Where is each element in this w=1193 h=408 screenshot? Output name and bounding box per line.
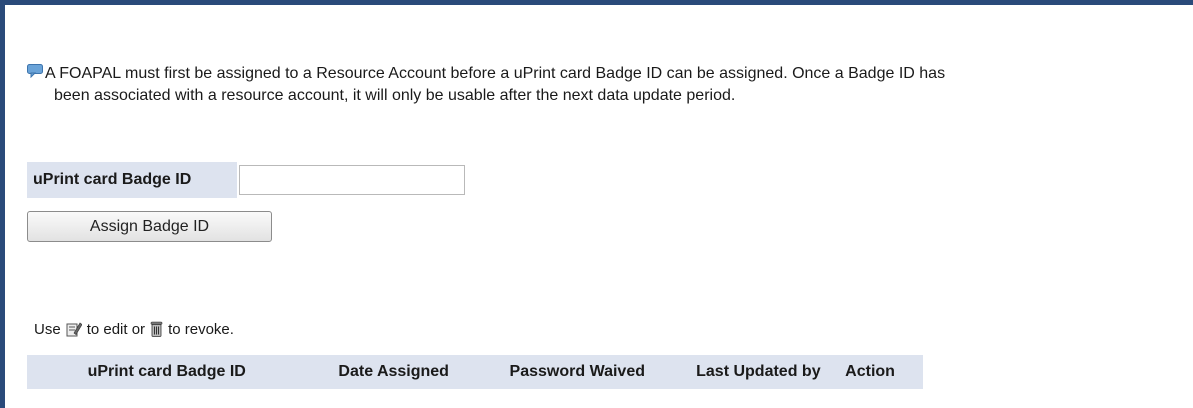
edit-icon	[66, 321, 83, 343]
trash-icon	[150, 321, 163, 343]
column-header-badge-id[interactable]: uPrint card Badge ID	[27, 363, 306, 381]
hint-revoke-text: to revoke.	[168, 321, 234, 338]
speech-bubble-icon	[27, 63, 43, 79]
badge-id-label: uPrint card Badge ID	[27, 162, 237, 198]
assign-badge-button[interactable]: Assign Badge ID	[27, 211, 272, 242]
column-header-last-updated-by[interactable]: Last Updated by	[674, 363, 844, 381]
notice-line1: A FOAPAL must first be assigned to a Res…	[45, 65, 946, 82]
notice-line2: been associated with a resource account,…	[54, 87, 736, 104]
column-header-action: Action	[845, 363, 895, 380]
column-header-password-waived[interactable]: Password Waived	[481, 363, 674, 381]
hint-use-text: Use	[34, 321, 61, 338]
hint-edit-text: to edit or	[86, 321, 146, 338]
column-header-date-assigned[interactable]: Date Assigned	[306, 363, 481, 381]
info-notice: A FOAPAL must first be assigned to a Res…	[27, 63, 1187, 107]
usage-hint: Use to edit or to revoke.	[34, 320, 234, 343]
content-frame	[0, 0, 1193, 408]
badge-id-input[interactable]	[239, 165, 465, 195]
badge-table-header: uPrint card Badge ID Date Assigned Passw…	[27, 355, 923, 389]
